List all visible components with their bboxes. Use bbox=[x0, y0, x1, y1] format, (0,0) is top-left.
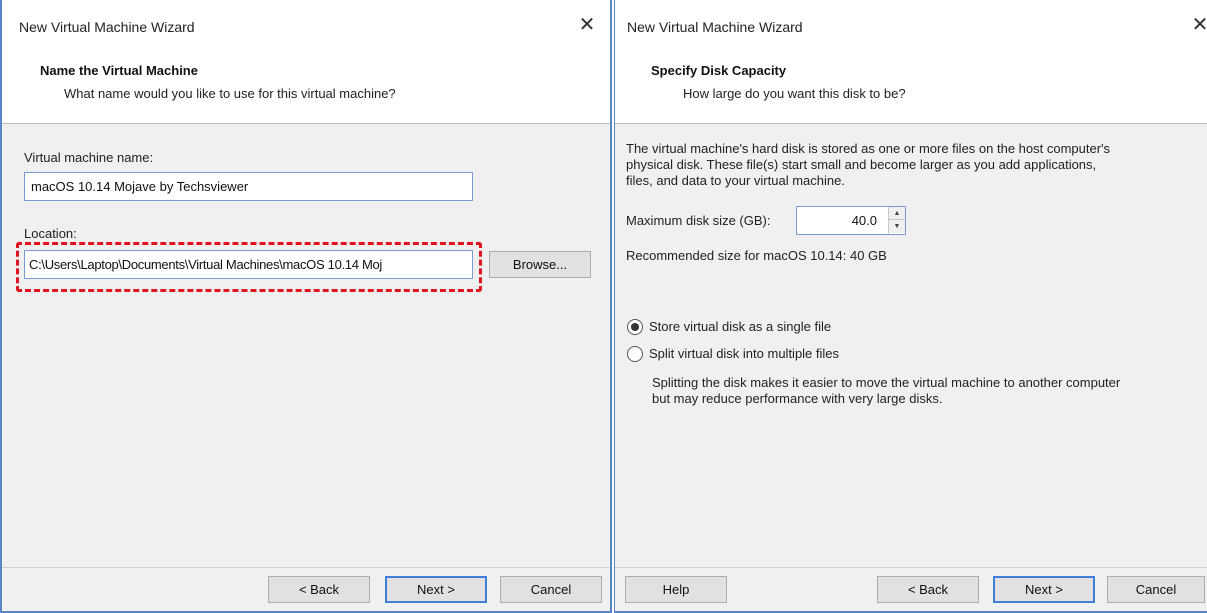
wizard-header: Name the Virtual Machine What name would… bbox=[2, 56, 610, 124]
split-files-label[interactable]: Split virtual disk into multiple files bbox=[649, 346, 839, 361]
cancel-button[interactable]: Cancel bbox=[1107, 576, 1205, 603]
recommended-size-text: Recommended size for macOS 10.14: 40 GB bbox=[626, 248, 887, 263]
wizard-footer: < Back Next > Cancel bbox=[2, 568, 610, 611]
title-bar: New Virtual Machine Wizard ✕ bbox=[615, 0, 1207, 56]
disk-size-value: 40.0 bbox=[851, 213, 877, 228]
split-note-line: but may reduce performance with very lar… bbox=[652, 391, 943, 406]
disk-size-stepper[interactable]: 40.0 ▲ ▼ bbox=[796, 206, 906, 235]
name-vm-dialog: New Virtual Machine Wizard ✕ Name the Vi… bbox=[0, 0, 612, 613]
spin-up-icon[interactable]: ▲ bbox=[889, 207, 905, 220]
window-title: New Virtual Machine Wizard bbox=[627, 19, 803, 35]
disk-description-line: physical disk. These file(s) start small… bbox=[626, 157, 1097, 172]
page-subtitle: How large do you want this disk to be? bbox=[683, 86, 906, 101]
vm-name-input[interactable]: macOS 10.14 Mojave by Techsviewer bbox=[24, 172, 473, 201]
title-bar: New Virtual Machine Wizard ✕ bbox=[2, 0, 610, 56]
radio-selected-dot bbox=[631, 323, 639, 331]
back-button[interactable]: < Back bbox=[877, 576, 979, 603]
split-note-line: Splitting the disk makes it easier to mo… bbox=[652, 375, 1121, 390]
wizard-header: Specify Disk Capacity How large do you w… bbox=[615, 56, 1207, 124]
stepper-buttons: ▲ ▼ bbox=[888, 207, 905, 234]
page-title: Specify Disk Capacity bbox=[651, 63, 787, 78]
page-subtitle: What name would you like to use for this… bbox=[64, 86, 396, 101]
location-highlight bbox=[16, 242, 482, 292]
single-file-radio[interactable] bbox=[627, 319, 643, 335]
split-files-radio[interactable] bbox=[627, 346, 643, 362]
disk-capacity-dialog: New Virtual Machine Wizard ✕ Specify Dis… bbox=[614, 0, 1207, 613]
close-icon[interactable]: ✕ bbox=[574, 12, 600, 38]
window-title: New Virtual Machine Wizard bbox=[19, 19, 195, 35]
spin-down-icon[interactable]: ▼ bbox=[889, 220, 905, 233]
disk-description-line: files, and data to your virtual machine. bbox=[626, 173, 845, 188]
wizard-body: Virtual machine name: macOS 10.14 Mojave… bbox=[2, 124, 610, 568]
disk-description: The virtual machine's hard disk is store… bbox=[626, 141, 1204, 189]
page-title: Name the Virtual Machine bbox=[40, 63, 198, 78]
back-button[interactable]: < Back bbox=[268, 576, 370, 603]
browse-button[interactable]: Browse... bbox=[489, 251, 591, 278]
close-icon[interactable]: ✕ bbox=[1187, 12, 1207, 38]
disk-description-line: The virtual machine's hard disk is store… bbox=[626, 141, 1111, 156]
wizard-footer: Help < Back Next > Cancel bbox=[615, 568, 1207, 611]
help-button[interactable]: Help bbox=[625, 576, 727, 603]
single-file-label[interactable]: Store virtual disk as a single file bbox=[649, 319, 831, 334]
cancel-button[interactable]: Cancel bbox=[500, 576, 602, 603]
location-label: Location: bbox=[24, 226, 77, 241]
max-disk-size-label: Maximum disk size (GB): bbox=[626, 213, 771, 228]
next-button[interactable]: Next > bbox=[993, 576, 1095, 603]
vm-name-label: Virtual machine name: bbox=[24, 150, 154, 165]
next-button[interactable]: Next > bbox=[385, 576, 487, 603]
split-note: Splitting the disk makes it easier to mo… bbox=[652, 375, 1207, 407]
wizard-body: The virtual machine's hard disk is store… bbox=[615, 124, 1207, 568]
